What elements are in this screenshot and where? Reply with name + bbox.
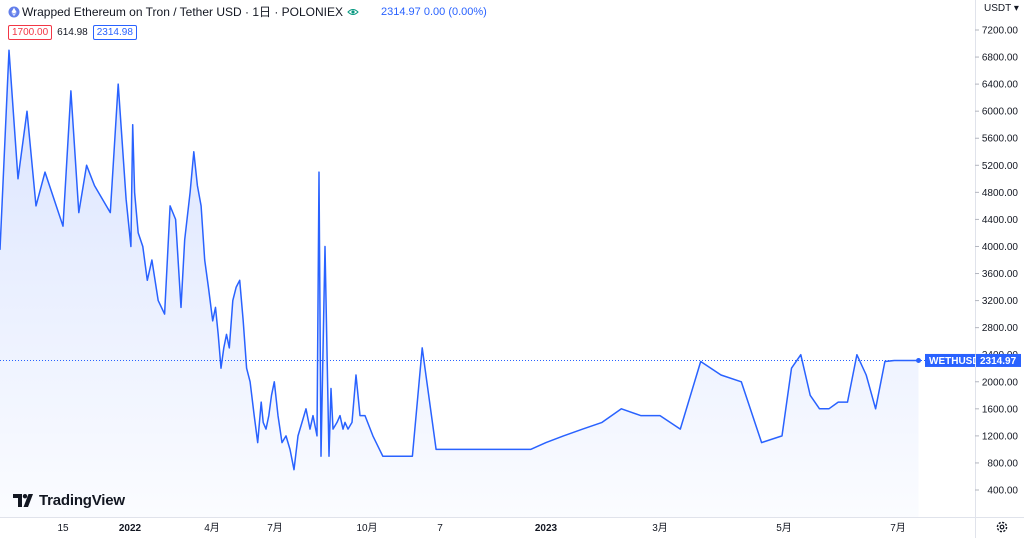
chart-root[interactable]: 400.00800.001200.001600.002000.002400.00… bbox=[0, 0, 1024, 538]
eye-icon[interactable] bbox=[347, 8, 359, 16]
tradingview-logo-icon bbox=[13, 494, 33, 507]
legend-price: 2314.97 0.00 (0.00%) bbox=[381, 5, 487, 18]
y-axis-tick-label: 2800.00 bbox=[982, 323, 1019, 334]
y-axis-tick-label: 1600.00 bbox=[982, 404, 1019, 415]
x-axis-tick-label: 7 bbox=[437, 523, 443, 534]
y-axis-tick-label: 4000.00 bbox=[982, 242, 1019, 253]
token-logo-icon bbox=[8, 6, 20, 17]
last-price-tag-value: 2314.97 bbox=[980, 356, 1017, 367]
tradingview-logo[interactable]: TradingView bbox=[13, 492, 125, 509]
chevron-down-icon: ▾ bbox=[1013, 3, 1019, 14]
y-axis-tick-label: 6800.00 bbox=[982, 53, 1019, 64]
y-axis-tick-label: 5600.00 bbox=[982, 134, 1019, 145]
x-axis-tick-label: 15 bbox=[57, 523, 69, 534]
buy-price-button[interactable]: 2314.98 bbox=[92, 25, 137, 40]
y-axis-tick-label: 1200.00 bbox=[982, 431, 1019, 442]
x-axis-tick-label: 3月 bbox=[652, 522, 668, 534]
x-axis-tick-label: 5月 bbox=[776, 522, 792, 534]
currency-selector[interactable]: USDT ▾ bbox=[984, 3, 1019, 14]
y-axis-tick-label: 5200.00 bbox=[982, 161, 1019, 172]
price-box: 1700.00 614.98 2314.98 bbox=[8, 25, 137, 40]
x-axis-tick-label: 10月 bbox=[356, 522, 377, 534]
last-point-marker bbox=[916, 357, 922, 363]
x-axis-tick-label: 7月 bbox=[890, 522, 906, 534]
y-axis-tick-label: 7200.00 bbox=[982, 26, 1019, 37]
x-axis-tick-label: 2023 bbox=[535, 523, 558, 534]
gear-icon[interactable] bbox=[995, 520, 1009, 534]
x-axis: 15 2022 4月 7月 10月 7 2023 3月 5月 7月 bbox=[57, 522, 905, 534]
y-axis-tick-label: 3600.00 bbox=[982, 269, 1019, 280]
legend-title[interactable]: Wrapped Ethereum on Tron / Tether USD · … bbox=[22, 3, 343, 20]
y-axis-tick-label: 3200.00 bbox=[982, 296, 1019, 307]
y-axis-tick-label: 800.00 bbox=[987, 458, 1018, 469]
last-price-tag: WETHUSDT 2314.97 bbox=[925, 353, 1021, 367]
x-axis-tick-label: 7月 bbox=[267, 522, 283, 534]
y-axis-tick-label: 6400.00 bbox=[982, 80, 1019, 91]
y-axis-tick-label: 4400.00 bbox=[982, 215, 1019, 226]
spread-value: 614.98 bbox=[57, 27, 88, 38]
currency-label: USDT bbox=[984, 3, 1012, 14]
x-axis-tick-label: 2022 bbox=[119, 523, 142, 534]
price-chart[interactable]: 400.00800.001200.001600.002000.002400.00… bbox=[0, 0, 1024, 538]
chart-legend: Wrapped Ethereum on Tron / Tether USD · … bbox=[8, 3, 487, 20]
sell-price-button[interactable]: 1700.00 bbox=[8, 25, 53, 40]
y-axis-tick-label: 2000.00 bbox=[982, 377, 1019, 388]
tradingview-logo-text: TradingView bbox=[39, 492, 125, 509]
y-axis: 400.00800.001200.001600.002000.002400.00… bbox=[975, 26, 1018, 497]
y-axis-tick-label: 6000.00 bbox=[982, 107, 1019, 118]
y-axis-tick-label: 4800.00 bbox=[982, 188, 1019, 199]
y-axis-tick-label: 400.00 bbox=[987, 486, 1018, 497]
x-axis-tick-label: 4月 bbox=[204, 522, 220, 534]
